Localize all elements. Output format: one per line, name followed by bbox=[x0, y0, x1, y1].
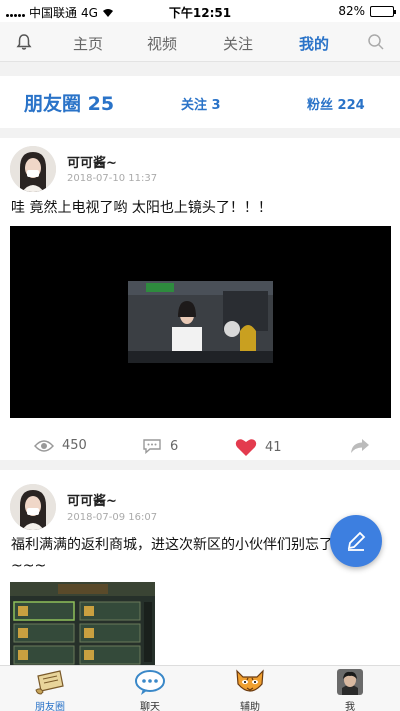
avatar[interactable] bbox=[10, 146, 56, 192]
profile-avatar-icon bbox=[337, 669, 363, 695]
bottom-tab-assist[interactable]: 辅助 bbox=[210, 666, 290, 711]
video-player[interactable] bbox=[10, 226, 391, 418]
eye-icon bbox=[34, 439, 54, 452]
video-thumbnail bbox=[128, 281, 273, 363]
battery-percent: 82% bbox=[338, 4, 365, 18]
tab-mine[interactable]: 我的 bbox=[284, 33, 344, 54]
following-count[interactable]: 关注 3 bbox=[181, 94, 221, 113]
search-icon[interactable] bbox=[366, 32, 386, 52]
post-card: 可可酱~ 2018-07-09 16:07 福利满满的返利商城，进这次新区的小伙… bbox=[0, 470, 400, 665]
top-nav: 主页 视频 关注 我的 bbox=[0, 22, 400, 82]
post-author[interactable]: 可可酱~ bbox=[67, 152, 117, 171]
bell-icon[interactable] bbox=[14, 32, 34, 52]
views-count: 450 bbox=[62, 438, 87, 453]
bottom-tab-me[interactable]: 我 bbox=[310, 666, 390, 711]
comment-action[interactable]: 6 bbox=[142, 438, 178, 454]
compose-button[interactable] bbox=[330, 515, 382, 567]
post-card: 可可酱~ 2018-07-10 11:37 哇 竟然上电视了哟 太阳也上镜头了！… bbox=[0, 138, 400, 460]
comments-count: 6 bbox=[170, 438, 179, 454]
post-actions: 450 6 41 bbox=[0, 434, 400, 462]
battery-icon bbox=[370, 5, 396, 17]
status-bar: 中国联通 4G 下午12:51 82% bbox=[0, 0, 400, 22]
post-image[interactable] bbox=[10, 582, 155, 665]
fans-count[interactable]: 粉丝 224 bbox=[307, 94, 365, 113]
share-icon[interactable] bbox=[350, 438, 370, 454]
profile-stats: 朋友圈 25 关注 3 粉丝 224 bbox=[0, 76, 400, 128]
bottom-tab-label: 聊天 bbox=[140, 702, 160, 711]
bottom-tab-label: 朋友圈 bbox=[35, 702, 65, 711]
tab-following[interactable]: 关注 bbox=[208, 33, 268, 54]
post-time: 2018-07-10 11:37 bbox=[67, 173, 158, 184]
chat-bubble-icon bbox=[135, 670, 165, 695]
tiger-icon bbox=[236, 669, 264, 692]
post-time: 2018-07-09 16:07 bbox=[67, 512, 158, 523]
status-right: 82% bbox=[338, 4, 396, 18]
bottom-tab-chat[interactable]: 聊天 bbox=[110, 666, 190, 711]
bottom-tab-moments[interactable]: 朋友圈 bbox=[10, 666, 90, 711]
moments-count[interactable]: 朋友圈 25 bbox=[24, 89, 114, 116]
avatar[interactable] bbox=[10, 484, 56, 530]
comment-icon[interactable] bbox=[142, 438, 162, 454]
heart-icon[interactable] bbox=[235, 438, 257, 457]
post-text: 哇 竟然上电视了哟 太阳也上镜头了！！！ bbox=[11, 200, 272, 216]
bottom-tab-label: 辅助 bbox=[240, 702, 260, 711]
bottom-tab-label: 我 bbox=[345, 702, 355, 711]
tab-home[interactable]: 主页 bbox=[58, 33, 118, 54]
views-action: 450 bbox=[34, 438, 87, 453]
like-action[interactable]: 41 bbox=[235, 438, 282, 457]
pencil-icon bbox=[347, 531, 366, 551]
bottom-nav: 朋友圈 聊天 辅助 我 bbox=[0, 665, 400, 711]
likes-count: 41 bbox=[265, 440, 282, 455]
scroll-icon bbox=[35, 670, 64, 695]
post-author[interactable]: 可可酱~ bbox=[67, 490, 117, 509]
tab-video[interactable]: 视频 bbox=[132, 33, 192, 54]
